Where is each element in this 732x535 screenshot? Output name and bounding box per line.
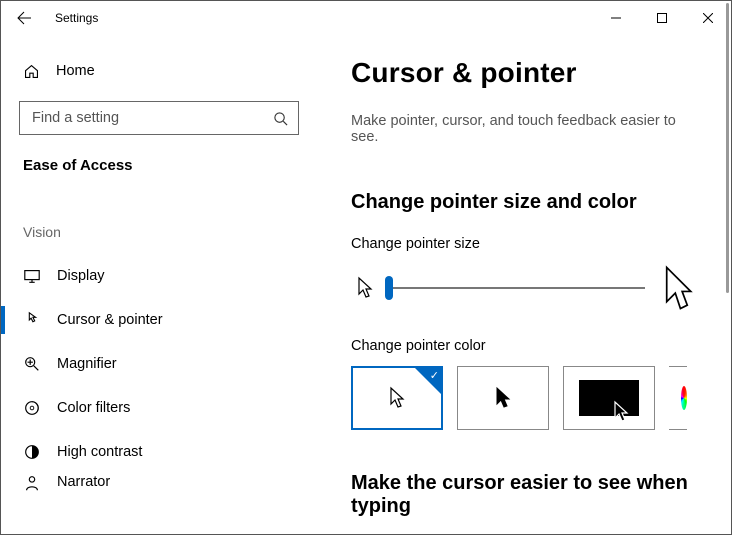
magnifier-icon [23,355,41,373]
high-contrast-icon [23,443,41,461]
section-cursor-typing: Make the cursor easier to see when typin… [351,472,695,518]
pointer-size-slider[interactable] [389,279,645,297]
content-scrollbar[interactable] [726,3,729,293]
selected-check-icon [415,368,441,394]
pointer-color-label: Change pointer color [351,338,695,354]
search-input[interactable] [19,101,299,135]
nav-item-magnifier[interactable]: Magnifier [1,342,303,386]
back-arrow-icon [16,10,32,26]
color-option-white[interactable] [351,366,443,430]
display-icon [23,267,41,285]
page-title: Cursor & pointer [351,57,695,89]
section-title: Ease of Access [23,157,303,174]
home-link[interactable]: Home [23,51,303,91]
nav-item-label: Narrator [57,474,110,490]
large-pointer-icon [659,264,695,312]
back-button[interactable] [1,1,47,35]
nav-item-label: Color filters [57,400,130,416]
pointer-size-label: Change pointer size [351,236,695,252]
slider-thumb[interactable] [385,276,393,300]
search-field[interactable] [30,109,273,127]
group-vision: Vision [23,224,303,240]
section-size-color: Change pointer size and color [351,191,695,214]
home-label: Home [56,63,95,79]
rainbow-icon [681,386,687,410]
nav-item-color-filters[interactable]: Color filters [1,386,303,430]
left-panel: Home Ease of Access Vision Display Curso… [1,1,321,534]
pointer-size-slider-row [355,264,695,312]
nav-item-label: Display [57,268,105,284]
content-panel: Cursor & pointer Make pointer, cursor, a… [321,1,731,534]
nav-list: Display Cursor & pointer Magnifier Color… [1,254,303,504]
nav-item-label: High contrast [57,444,142,460]
small-pointer-icon [355,274,375,302]
home-icon [23,63,40,80]
nav-item-narrator[interactable]: Narrator [1,474,303,504]
search-icon [273,111,288,126]
pointer-color-options [351,366,695,430]
nav-item-label: Cursor & pointer [57,312,163,328]
color-option-inverted[interactable] [563,366,655,430]
inverted-swatch [579,380,639,416]
nav-item-cursor-pointer[interactable]: Cursor & pointer [1,298,303,342]
color-filters-icon [23,399,41,417]
nav-item-high-contrast[interactable]: High contrast [1,430,303,474]
nav-item-label: Magnifier [57,356,117,372]
settings-window: Settings Home Ease of Access Vision [0,0,732,535]
cursor-pointer-icon [23,311,41,329]
page-description: Make pointer, cursor, and touch feedback… [351,113,695,145]
nav-item-display[interactable]: Display [1,254,303,298]
color-option-black[interactable] [457,366,549,430]
window-title: Settings [55,11,98,25]
narrator-icon [23,474,41,492]
color-option-custom[interactable] [669,366,687,430]
